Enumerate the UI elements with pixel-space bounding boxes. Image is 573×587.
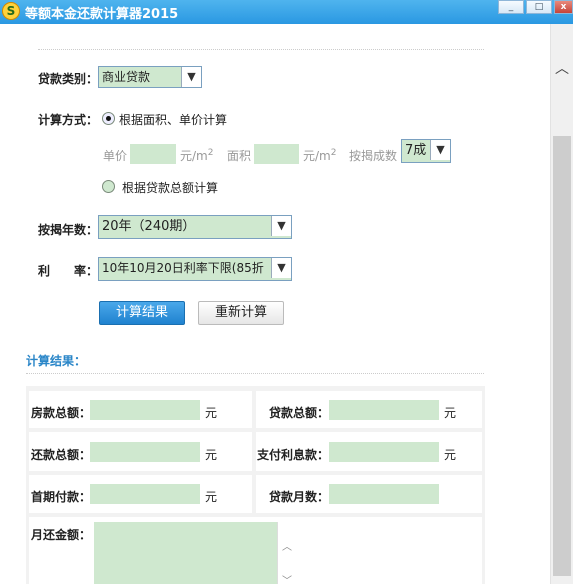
- repay-total-label: 还款总额：: [31, 448, 92, 462]
- calculate-button[interactable]: 计算结果: [99, 301, 185, 325]
- repay-total-field[interactable]: [90, 442, 200, 462]
- interest-field[interactable]: [329, 442, 439, 462]
- window-scrollbar[interactable]: ︿: [550, 24, 573, 584]
- calc-method-label: 计算方式：: [38, 113, 99, 127]
- radio-by-area[interactable]: [102, 112, 115, 125]
- unit-price-input[interactable]: [130, 144, 176, 164]
- scroll-thumb[interactable]: [553, 136, 571, 576]
- chevron-down-icon[interactable]: ﹀: [282, 572, 292, 587]
- loan-type-select[interactable]: 商业贷款 ▼: [98, 66, 202, 88]
- app-logo-icon: S: [2, 2, 20, 20]
- repay-total-unit: 元: [205, 448, 218, 462]
- down-payment-field[interactable]: [90, 484, 200, 504]
- loan-months-label: 贷款月数：: [269, 490, 330, 504]
- mortgage-ratio-value: 7成: [405, 143, 427, 158]
- house-total-label: 房款总额：: [31, 406, 92, 420]
- side-margin: [496, 24, 550, 584]
- loan-months-field[interactable]: [329, 484, 439, 504]
- title-bar: S 等额本金还款计算器2015 _ □ x: [0, 0, 573, 24]
- years-value: 20年（240期）: [102, 219, 196, 234]
- window-title: 等额本金还款计算器2015: [25, 7, 179, 22]
- top-divider: [38, 49, 484, 50]
- rate-label-a: 利: [38, 264, 51, 278]
- down-payment-label: 首期付款：: [31, 490, 92, 504]
- chevron-down-icon[interactable]: ▼: [430, 140, 450, 160]
- down-payment-unit: 元: [205, 490, 218, 504]
- results-title: 计算结果：: [26, 354, 87, 368]
- minimize-button[interactable]: _: [498, 0, 524, 14]
- monthly-textarea[interactable]: ︿ ﹀: [94, 522, 295, 587]
- area-unit: 元/m2: [303, 148, 337, 163]
- maximize-button[interactable]: □: [526, 0, 552, 14]
- reset-button[interactable]: 重新计算: [198, 301, 284, 325]
- rate-select[interactable]: 10年10月20日利率下限(85折 ▼: [98, 257, 292, 281]
- unit-price-unit: 元/m2: [180, 148, 214, 163]
- results-divider: [26, 373, 484, 374]
- house-total-field[interactable]: [90, 400, 200, 420]
- radio-by-area-label: 根据面积、单价计算: [119, 113, 228, 127]
- mortgage-ratio-select[interactable]: 7成 ▼: [401, 139, 451, 163]
- years-label: 按揭年数：: [38, 223, 99, 237]
- rate-label-b: 率：: [74, 264, 99, 278]
- area-label: 面积: [227, 149, 252, 163]
- chevron-down-icon[interactable]: ▼: [271, 216, 291, 236]
- house-total-unit: 元: [205, 406, 218, 420]
- interest-label: 支付利息款：: [257, 448, 330, 462]
- monthly-label: 月还金额：: [31, 528, 92, 542]
- chevron-down-icon[interactable]: ▼: [181, 67, 201, 87]
- interest-unit: 元: [444, 448, 457, 462]
- textarea-scrollbar[interactable]: ︿ ﹀: [277, 522, 295, 587]
- years-select[interactable]: 20年（240期） ▼: [98, 215, 292, 239]
- area-input[interactable]: [254, 144, 299, 164]
- scroll-up-icon[interactable]: ︿: [555, 58, 569, 78]
- loan-total-unit: 元: [444, 406, 457, 420]
- unit-price-label: 单价: [103, 149, 128, 163]
- radio-by-loan-total[interactable]: [102, 180, 115, 193]
- chevron-down-icon[interactable]: ▼: [271, 258, 291, 278]
- loan-type-label: 贷款类别：: [38, 72, 99, 86]
- loan-total-field[interactable]: [329, 400, 439, 420]
- close-button[interactable]: x: [554, 0, 573, 14]
- loan-type-value: 商业贷款: [102, 70, 151, 84]
- mortgage-ratio-label: 按揭成数: [349, 149, 398, 163]
- loan-total-label: 贷款总额：: [269, 406, 330, 420]
- radio-by-loan-total-label: 根据贷款总额计算: [122, 181, 219, 195]
- chevron-up-icon[interactable]: ︿: [282, 538, 292, 553]
- rate-value: 10年10月20日利率下限(85折: [102, 261, 264, 275]
